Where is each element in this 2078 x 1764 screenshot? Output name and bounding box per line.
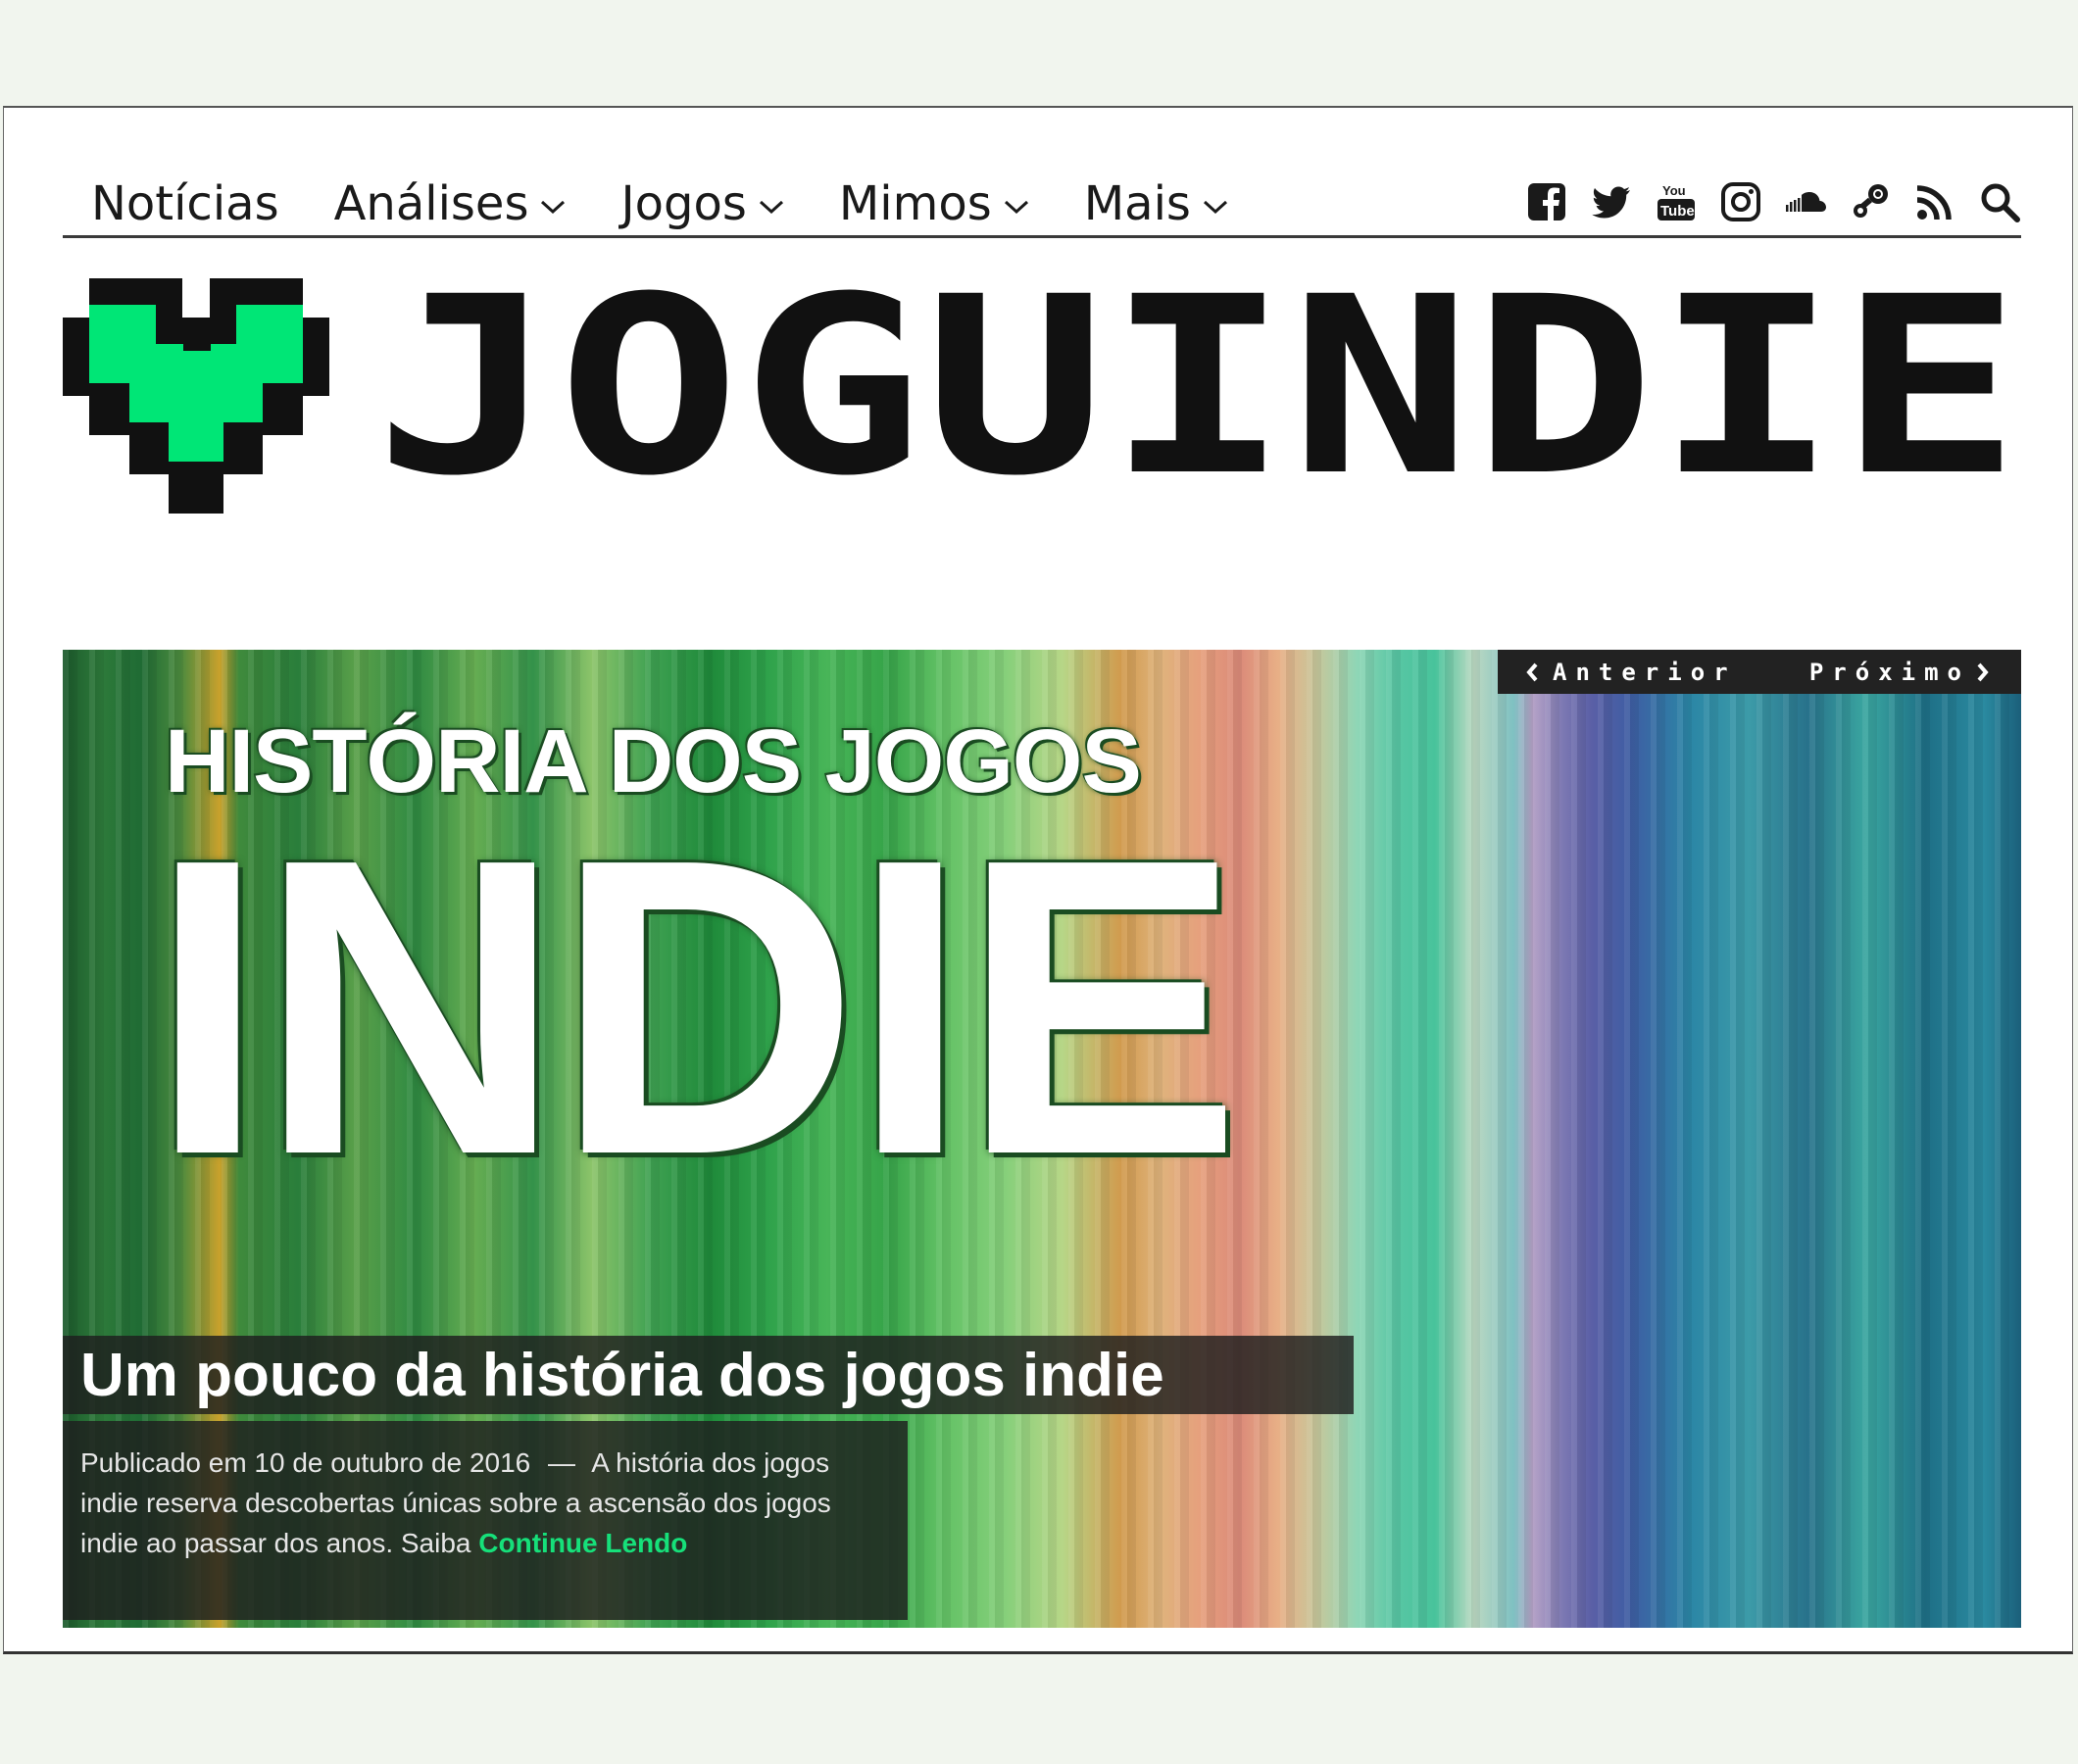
chevron-down-icon	[541, 200, 566, 215]
nav-menu: Notícias Análises Jogos Mimos Mais	[91, 176, 1283, 231]
article-headline[interactable]: Um pouco da história dos jogos indie	[80, 1341, 1164, 1410]
youtube-icon[interactable]: You Tube	[1655, 180, 1698, 223]
next-label: Próximo	[1808, 658, 1970, 686]
nav-item-mimos[interactable]: Mimos	[839, 176, 1029, 231]
search-icon[interactable]	[1978, 180, 2021, 223]
excerpt-separator: —	[548, 1447, 576, 1478]
chevron-down-icon	[1004, 200, 1028, 215]
svg-text:Tube: Tube	[1660, 203, 1695, 220]
soundcloud-icon[interactable]	[1784, 180, 1827, 223]
nav-item-analises[interactable]: Análises	[334, 176, 567, 231]
logo-text: JOGUINDIE	[374, 278, 2021, 523]
rss-icon[interactable]	[1913, 180, 1956, 223]
chevron-left-icon	[1526, 662, 1538, 681]
page-frame: Notícias Análises Jogos Mimos Mais You T…	[3, 106, 2073, 1654]
heart-pixel	[89, 305, 156, 344]
nav-item-label: Mimos	[838, 176, 992, 231]
main-navigation: Notícias Análises Jogos Mimos Mais You T…	[63, 159, 2021, 238]
social-icons: You Tube	[1504, 180, 2021, 223]
nav-item-label: Notícias	[91, 176, 279, 231]
publish-date: Publicado em 10 de outubro de 2016	[80, 1447, 531, 1478]
nav-item-mais[interactable]: Mais	[1084, 176, 1228, 231]
nav-item-noticias[interactable]: Notícias	[91, 176, 279, 231]
facebook-icon[interactable]	[1525, 180, 1568, 223]
svg-text:You: You	[1662, 183, 1686, 198]
prev-button[interactable]: Anterior	[1525, 659, 1737, 686]
article-headline-box: Um pouco da história dos jogos indie	[63, 1336, 1354, 1414]
instagram-icon[interactable]	[1719, 180, 1762, 223]
heart-logo-icon	[63, 278, 329, 514]
next-button[interactable]: Próximo	[1809, 659, 1990, 686]
joguindie-logo: JOGUINDIE	[63, 244, 2021, 529]
prev-label: Anterior	[1553, 658, 1737, 686]
chevron-right-icon	[1977, 662, 1989, 681]
chevron-down-icon	[759, 200, 783, 215]
nav-item-label: Análises	[333, 176, 529, 231]
nav-item-label: Mais	[1083, 176, 1191, 231]
nav-item-jogos[interactable]: Jogos	[620, 176, 783, 231]
slider-navigation: Anterior Próximo	[1498, 650, 2021, 694]
continue-reading-link[interactable]: Continue Lendo	[478, 1528, 687, 1558]
site-logo[interactable]: JOGUINDIE	[63, 244, 2021, 529]
featured-slider[interactable]: HISTÓRIA DOS JOGOS INDIE Anterior Próxim…	[63, 650, 2021, 1628]
article-excerpt: Publicado em 10 de outubro de 2016 — A h…	[63, 1421, 908, 1620]
twitter-icon[interactable]	[1590, 180, 1633, 223]
chevron-down-icon	[1203, 200, 1227, 215]
steam-icon[interactable]	[1849, 180, 1892, 223]
hero-art-subtitle: INDIE	[149, 772, 1242, 1243]
nav-item-label: Jogos	[620, 176, 747, 231]
